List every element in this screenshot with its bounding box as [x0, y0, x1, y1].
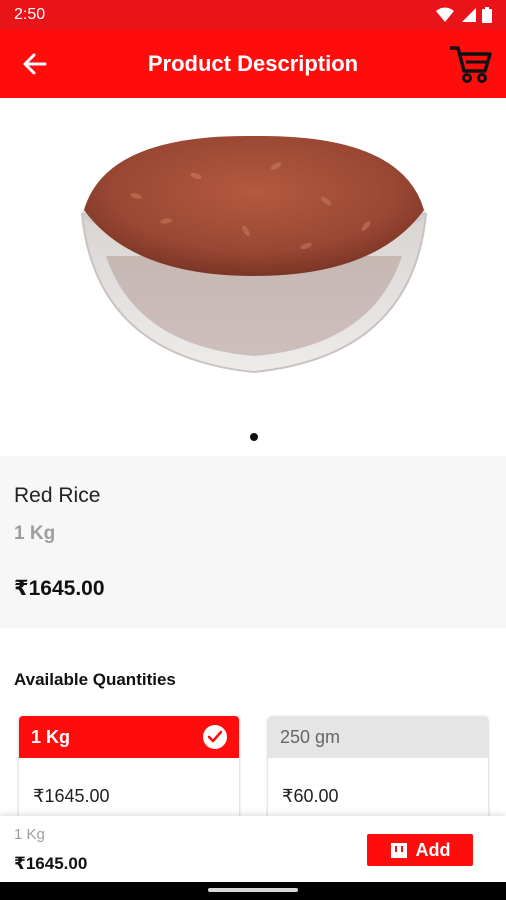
app-bar: Product Description — [0, 30, 506, 98]
selected-quantity: 1 Kg — [14, 826, 45, 843]
check-icon — [203, 725, 227, 749]
quantity-option-price: ₹1645.00 — [33, 786, 110, 806]
system-navigation-bar — [0, 882, 506, 900]
quantity-option-label: 250 gm — [280, 726, 341, 747]
quantity-option-250gm[interactable]: 250 gm ₹60.00 — [268, 716, 488, 826]
product-quantity: 1 Kg — [14, 523, 56, 544]
status-bar: 2:50 — [0, 0, 506, 30]
status-icons — [436, 7, 492, 23]
quantity-option-price: ₹60.00 — [282, 786, 339, 806]
quantity-option-header: 250 gm — [268, 716, 488, 758]
add-button-label: Add — [415, 839, 451, 860]
arrow-left-icon — [23, 53, 47, 75]
status-time: 2:50 — [14, 6, 46, 23]
back-button[interactable] — [0, 30, 70, 98]
bag-icon — [390, 843, 407, 858]
bottom-bar: 1 Kg ₹1645.00 Add — [0, 816, 506, 882]
product-name: Red Rice — [14, 484, 101, 507]
page-title: Product Description — [147, 51, 359, 76]
carousel-indicator-dot[interactable] — [250, 433, 258, 441]
product-price: ₹1645.00 — [14, 577, 105, 600]
product-image-carousel[interactable] — [0, 98, 506, 455]
home-gesture-pill[interactable] — [208, 888, 298, 892]
shopping-cart-icon — [450, 46, 492, 83]
selected-price: ₹1645.00 — [14, 854, 88, 873]
quantity-option-1kg[interactable]: 1 Kg ₹1645.00 — [19, 716, 239, 826]
cart-button[interactable] — [436, 30, 506, 98]
available-quantities-heading: Available Quantities — [14, 670, 176, 689]
signal-icon — [462, 8, 476, 22]
wifi-icon — [436, 7, 454, 22]
battery-icon — [482, 7, 492, 23]
product-info: Red Rice 1 Kg ₹1645.00 — [0, 456, 506, 628]
add-to-cart-button[interactable]: Add — [367, 834, 473, 866]
quantity-option-header: 1 Kg — [19, 716, 239, 758]
product-image — [80, 135, 428, 374]
quantity-option-label: 1 Kg — [31, 726, 71, 747]
